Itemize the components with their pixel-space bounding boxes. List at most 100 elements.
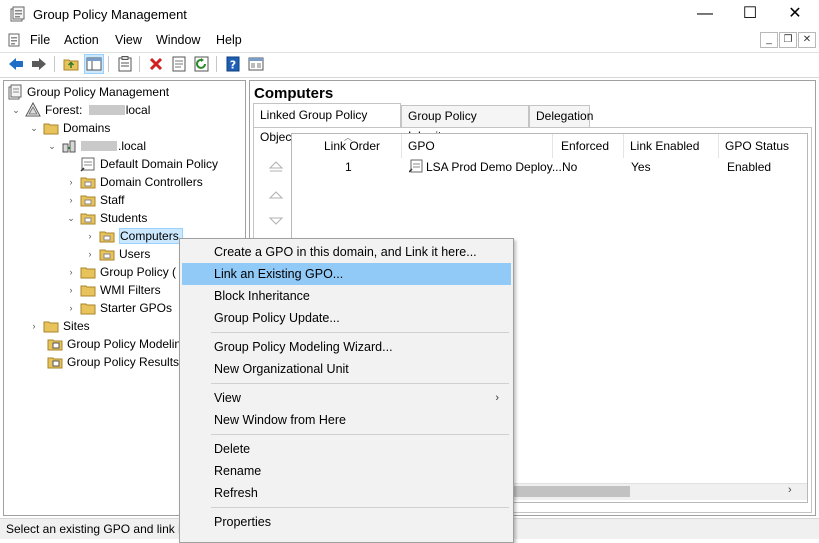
cell-link-order: 1 xyxy=(345,160,352,174)
ctx-block-inheritance[interactable]: Block Inheritance xyxy=(182,285,511,307)
move-to-top-icon[interactable] xyxy=(268,160,284,174)
minimize-button[interactable]: — xyxy=(682,0,728,30)
tab-inheritance[interactable]: Group Policy Inheritance xyxy=(401,105,529,143)
properties-icon[interactable] xyxy=(115,54,135,74)
modeling-icon xyxy=(47,339,63,351)
move-down-icon[interactable] xyxy=(268,214,284,228)
tree-label: Students xyxy=(100,211,148,225)
column-header-link-order[interactable]: Link Order xyxy=(318,134,402,158)
tree-item-domain[interactable]: ⌄ .local xyxy=(47,137,146,155)
chevron-right-icon[interactable]: › xyxy=(66,177,76,187)
tree-label: WMI Filters xyxy=(100,283,161,297)
menu-view[interactable]: View xyxy=(115,33,142,47)
mdi-close-button[interactable]: ✕ xyxy=(798,32,816,48)
menu-window[interactable]: Window xyxy=(156,33,200,47)
cell-gpo: LSA Prod Demo Deploy... xyxy=(426,160,562,174)
column-header-gpo[interactable]: GPO xyxy=(402,134,553,158)
chevron-down-icon[interactable]: ⌄ xyxy=(29,123,39,134)
ctx-modeling-wizard[interactable]: Group Policy Modeling Wizard... xyxy=(182,336,511,358)
column-header-link-enabled[interactable]: Link Enabled xyxy=(624,134,719,158)
tree-label: Sites xyxy=(63,319,90,333)
delete-icon[interactable] xyxy=(146,54,166,74)
ctx-refresh[interactable]: Refresh xyxy=(182,482,511,504)
ctx-create-gpo[interactable]: Create a GPO in this domain, and Link it… xyxy=(182,241,511,263)
chevron-right-icon[interactable]: › xyxy=(66,267,76,277)
chevron-down-icon[interactable]: ⌄ xyxy=(66,213,76,224)
toolbar-separator xyxy=(139,56,140,72)
tree-item-forest[interactable]: ⌄ Forest: local xyxy=(11,101,150,119)
ctx-delete[interactable]: Delete xyxy=(182,438,511,460)
tree-item-domain-controllers[interactable]: › Domain Controllers xyxy=(66,173,203,191)
tree-item-students[interactable]: ⌄ Students xyxy=(66,209,147,227)
menu-help[interactable]: Help xyxy=(216,33,242,47)
scrollbar-thumb[interactable] xyxy=(512,486,630,497)
show-hide-tree-icon[interactable] xyxy=(84,54,104,74)
ctx-properties[interactable]: Properties xyxy=(182,511,511,533)
tree-label: Users xyxy=(119,247,151,261)
tree-item-users[interactable]: › Users xyxy=(85,245,151,263)
move-up-icon[interactable] xyxy=(268,188,284,202)
chevron-right-icon[interactable]: › xyxy=(66,195,76,205)
submenu-arrow-icon: › xyxy=(495,392,499,404)
chevron-right-icon[interactable]: › xyxy=(66,285,76,295)
menu-file[interactable]: File xyxy=(30,33,50,47)
tree-item-group-policy-objects[interactable]: › Group Policy ( xyxy=(66,263,177,281)
folder-icon xyxy=(43,321,59,333)
gpo-link-icon xyxy=(408,159,423,173)
tree-item-staff[interactable]: › Staff xyxy=(66,191,125,209)
console-icon[interactable] xyxy=(246,54,266,74)
tree-item-group-policy-modeling[interactable]: Group Policy Modeling xyxy=(47,335,188,353)
refresh-icon[interactable] xyxy=(192,54,212,74)
tree-label: Group Policy Results xyxy=(67,355,180,369)
domain-icon xyxy=(62,140,76,153)
tree-label: Domains xyxy=(63,121,111,135)
tree-item-domains[interactable]: ⌄ Domains xyxy=(29,119,110,137)
tab-linked-gpos[interactable]: Linked Group Policy Objects xyxy=(253,103,401,144)
column-header-gpo-status[interactable]: GPO Status xyxy=(719,134,807,158)
tree-label: Default Domain Policy xyxy=(100,157,219,171)
tree-item-root[interactable]: Group Policy Management xyxy=(7,83,169,101)
scroll-right-icon[interactable]: › xyxy=(788,484,792,496)
tree-item-computers[interactable]: › Computers xyxy=(85,227,183,245)
tab-delegation[interactable]: Delegation xyxy=(529,105,593,127)
gpmc-app-icon[interactable] xyxy=(10,6,26,22)
redacted-text xyxy=(88,105,125,115)
tree-label: Staff xyxy=(100,193,125,207)
chevron-down-icon[interactable]: ⌄ xyxy=(47,141,57,152)
toolbar-separator xyxy=(216,56,217,72)
tree-label: Forest: xyxy=(45,103,86,117)
tree-item-wmi-filters[interactable]: › WMI Filters xyxy=(66,281,161,299)
ctx-view-label: View xyxy=(214,391,241,405)
tree-item-group-policy-results[interactable]: Group Policy Results xyxy=(47,353,179,371)
tree-label: .local xyxy=(118,139,147,153)
help-icon[interactable]: ? xyxy=(223,54,243,74)
chevron-right-icon[interactable]: › xyxy=(29,321,39,331)
maximize-button[interactable]: ☐ xyxy=(727,0,773,30)
tree-item-default-domain-policy[interactable]: Default Domain Policy xyxy=(80,155,218,173)
console-menu-icon[interactable] xyxy=(7,32,23,48)
folder-icon xyxy=(43,123,59,135)
ctx-view[interactable]: View › xyxy=(182,387,511,409)
export-icon[interactable] xyxy=(169,54,189,74)
chevron-right-icon[interactable]: › xyxy=(85,249,95,259)
chevron-right-icon[interactable]: › xyxy=(85,231,95,241)
chevron-down-icon[interactable]: ⌄ xyxy=(11,105,21,116)
mdi-restore-button[interactable]: ❐ xyxy=(779,32,797,48)
ctx-group-policy-update[interactable]: Group Policy Update... xyxy=(182,307,511,329)
back-arrow-icon[interactable] xyxy=(6,54,26,74)
mdi-minimize-button[interactable]: _ xyxy=(760,32,778,48)
close-button[interactable]: ✕ xyxy=(772,0,818,30)
tree-label: Group Policy ( xyxy=(100,265,177,279)
chevron-right-icon[interactable]: › xyxy=(66,303,76,313)
ctx-new-window[interactable]: New Window from Here xyxy=(182,409,511,431)
tree-item-sites[interactable]: › Sites xyxy=(29,317,90,335)
up-folder-icon[interactable] xyxy=(61,54,81,74)
column-header-enforced[interactable]: Enforced xyxy=(555,134,624,158)
tree-label: Starter GPOs xyxy=(100,301,173,315)
ctx-rename[interactable]: Rename xyxy=(182,460,511,482)
ctx-new-ou[interactable]: New Organizational Unit xyxy=(182,358,511,380)
tree-item-starter-gpos[interactable]: › Starter GPOs xyxy=(66,299,173,317)
forward-arrow-icon[interactable] xyxy=(29,54,49,74)
ctx-link-existing-gpo[interactable]: Link an Existing GPO... xyxy=(182,263,511,285)
menu-action[interactable]: Action xyxy=(64,33,99,47)
